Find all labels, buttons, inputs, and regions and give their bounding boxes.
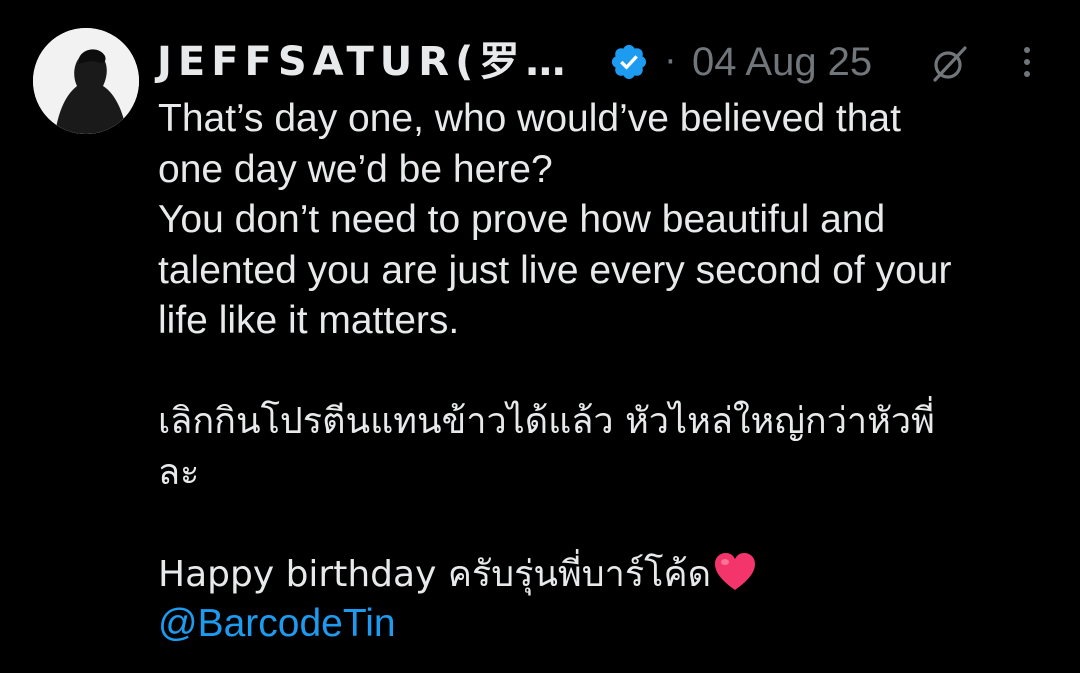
author-avatar[interactable] [33, 28, 139, 134]
date-separator: · [665, 42, 676, 82]
post-text-line: You don’t need to prove how beautiful an… [158, 198, 886, 241]
post-text: That’s day one, who would’ve believed th… [158, 94, 1058, 650]
verified-badge-icon [611, 44, 647, 80]
birthday-line: Happy birthday ครับรุ่นพี่บาร์โค้ด [158, 553, 711, 595]
post-text-line: one day we’d be here? [158, 147, 553, 191]
post-date[interactable]: 04 Aug 25 [692, 36, 872, 88]
post-header: JEFFSATUR(罗… · 04 Aug 25 [157, 34, 1057, 90]
author-display-name[interactable]: JEFFSATUR(罗… [157, 38, 571, 86]
more-vertical-icon[interactable] [1015, 40, 1039, 84]
red-heart-emoji-icon [714, 552, 755, 590]
birthday-line-container: Happy birthday ครับรุ่นพี่บาร์โค้ด [158, 549, 1058, 600]
paragraph-break [158, 498, 1058, 549]
post-text-line: life like it matters. [158, 299, 460, 342]
paragraph-break [158, 347, 1058, 398]
grok-icon[interactable] [927, 42, 971, 86]
mention-link[interactable]: @BarcodeTin [158, 599, 1058, 650]
post-text-line-thai: เลิกกินโปรตีนแทนข้าวได้แล้ว หัวไหล่ใหญ่ก… [158, 401, 935, 442]
avatar-photo [33, 28, 139, 134]
post-text-line-thai: ละ [158, 451, 200, 493]
post-text-line: That’s day one, who would’ve believed th… [158, 97, 901, 140]
post-text-line: talented you are just live every second … [158, 248, 952, 292]
